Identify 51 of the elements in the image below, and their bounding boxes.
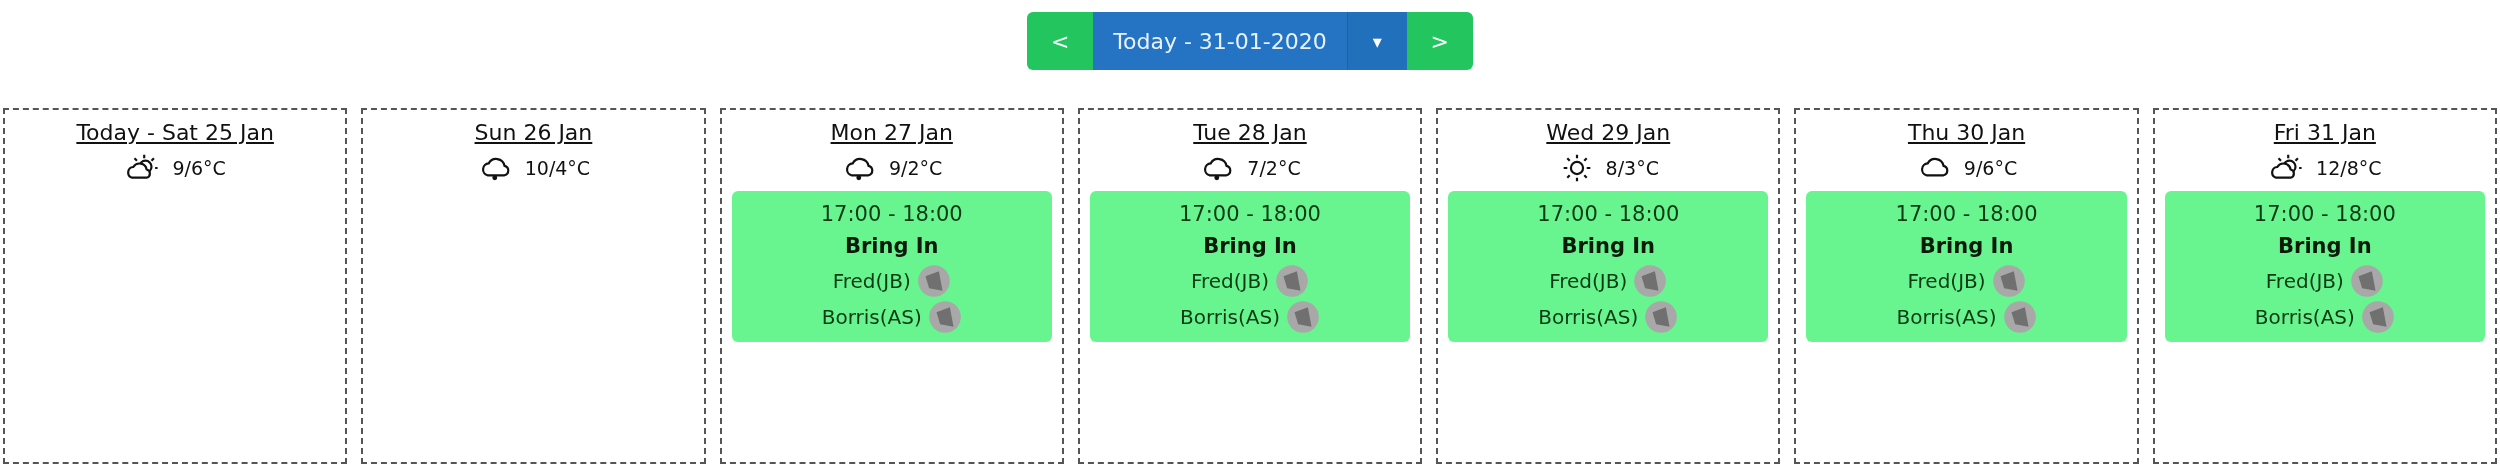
avatar-icon [2002,300,2037,334]
person-name: Fred(JB) [1907,268,1986,295]
temperature: 9/6°C [1963,155,2018,181]
day-title[interactable]: Mon 27 Jan [830,116,953,149]
person-name: Fred(JB) [832,268,911,295]
event-time: 17:00 - 18:00 [1895,201,2038,228]
person-name: Borris(AS) [1538,304,1639,331]
avatar-icon [2360,300,2395,334]
avatar-icon [1644,300,1679,334]
event-card[interactable]: 17:00 - 18:00 Bring In Fred(JB) Borris(AS) [1089,191,1411,342]
day-title[interactable]: Today - Sat 25 Jan [76,116,274,149]
event-card[interactable]: 17:00 - 18:00 Bring In Fred(JB) Borris(AS) [1448,191,1769,342]
day-title[interactable]: Tue 28 Jan [1193,116,1307,149]
temperature: 12/8°C [2316,155,2382,181]
date-button[interactable]: Today - 31-01-2020 [1093,12,1347,70]
event-time: 17:00 - 18:00 [2253,201,2396,228]
event-card[interactable]: 17:00 - 18:00 Bring In Fred(JB) Borris(AS) [2164,191,2485,342]
event-title: Bring In [1203,232,1297,260]
avatar-icon [1991,264,2026,298]
temperature: 10/4°C [524,155,591,181]
day-title[interactable]: Sun 26 Jan [474,116,593,149]
avatar-icon [1275,264,1309,298]
event-time: 17:00 - 18:00 [1537,201,1680,228]
temperature: 8/3°C [1605,155,1659,181]
person-name: Fred(JB) [1549,268,1628,295]
event-card[interactable]: 17:00 - 18:00 Bring In Fred(JB) Borris(AS) [731,191,1052,342]
person-name: Borris(AS) [1179,304,1280,331]
person-name: Fred(JB) [2265,268,2344,295]
avatar-icon [916,264,951,298]
avatar-icon [1633,264,1668,298]
avatar-icon [927,300,962,334]
person-name: Fred(JB) [1190,268,1269,295]
avatar-icon [2349,264,2384,298]
person-name: Borris(AS) [2254,304,2355,331]
event-card[interactable]: 17:00 - 18:00 Bring In Fred(JB) Borris(AS) [1806,191,2127,342]
event-title: Bring In [2278,232,2372,260]
event-title: Bring In [844,232,939,260]
temperature: 7/2°C [1247,155,1301,181]
event-time: 17:00 - 18:00 [820,201,963,228]
dropdown-button[interactable]: ▾ [1346,12,1407,70]
event-time: 17:00 - 18:00 [1179,201,1321,228]
day-title[interactable]: Fri 31 Jan [2273,116,2376,149]
temperature: 9/6°C [172,155,226,181]
person-name: Borris(AS) [821,304,922,331]
event-title: Bring In [1561,232,1656,260]
avatar-icon [1286,300,1320,334]
temperature: 9/2°C [889,155,943,181]
day-title[interactable]: Thu 30 Jan [1907,116,2026,149]
day-title[interactable]: Wed 29 Jan [1546,116,1671,149]
person-name: Borris(AS) [1896,304,1997,331]
event-title: Bring In [1919,232,2014,260]
